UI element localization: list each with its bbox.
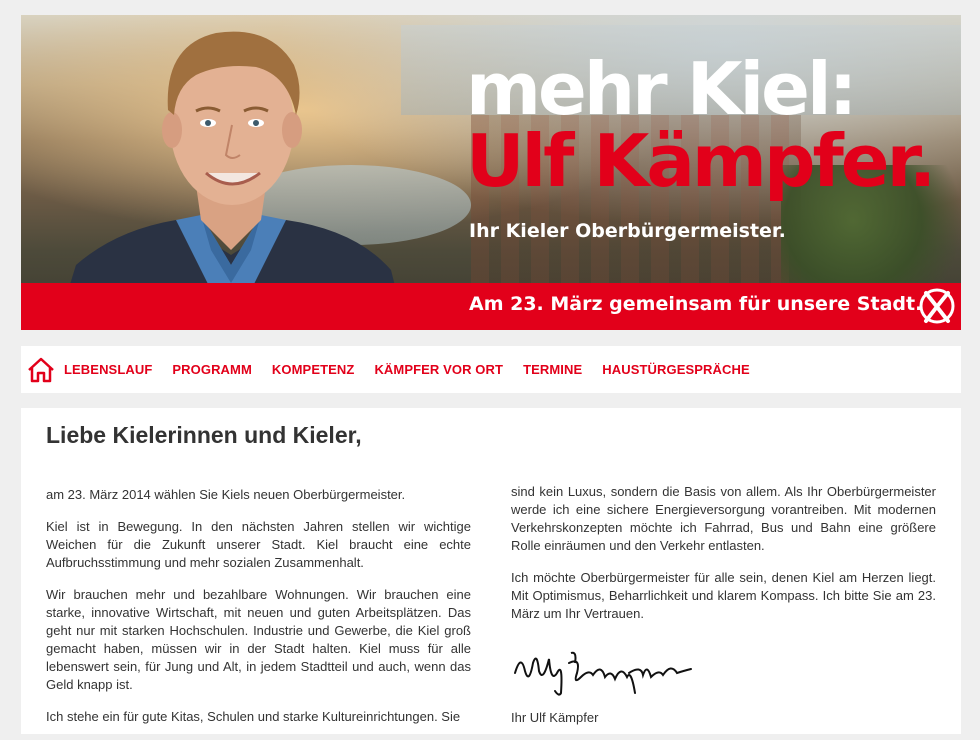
letter-paragraph: Kiel ist in Bewegung. In den nächsten Ja…: [46, 519, 471, 570]
nav-item-termine[interactable]: TERMINE: [523, 362, 582, 377]
home-icon: [28, 357, 54, 382]
letter-content: Liebe Kielerinnen und Kieler, am 23. Mär…: [21, 408, 961, 734]
home-link[interactable]: [26, 355, 56, 385]
nav-item-lebenslauf[interactable]: LEBENSLAUF: [64, 362, 152, 377]
letter-column-left: am 23. März 2014 wählen Sie Kiels neuen …: [46, 486, 471, 740]
hero-candidate-name: Ulf Kämpfer.: [466, 119, 936, 203]
nav-item-kaempfer-vor-ort[interactable]: KÄMPFER VOR ORT: [374, 362, 503, 377]
main-navigation: LEBENSLAUF PROGRAMM KOMPETENZ KÄMPFER VO…: [21, 346, 961, 393]
nav-item-haustuergespraeche[interactable]: HAUSTÜRGESPRÄCHE: [602, 362, 750, 377]
page-title: Liebe Kielerinnen und Kieler,: [46, 422, 362, 448]
letter-column-right: sind kein Luxus, sondern die Basis von a…: [511, 483, 936, 637]
ballot-cross-icon: [919, 288, 955, 324]
letter-closing: Ihr Ulf Kämpfer: [511, 710, 599, 725]
nav-item-kompetenz[interactable]: KOMPETENZ: [272, 362, 355, 377]
letter-paragraph: am 23. März 2014 wählen Sie Kiels neuen …: [46, 487, 406, 502]
hero-subtitle: Ihr Kieler Oberbürgermeister.: [469, 220, 786, 242]
hero-banner: mehr Kiel: Ulf Kämpfer. Ihr Kieler Oberb…: [21, 15, 961, 330]
letter-paragraph: Ich möchte Oberbürgermeister für alle se…: [511, 570, 936, 621]
nav-item-programm[interactable]: PROGRAMM: [172, 362, 252, 377]
handwritten-signature: [514, 651, 692, 696]
letter-paragraph: Ich stehe ein für gute Kitas, Schulen un…: [46, 709, 461, 724]
hero-headline: mehr Kiel:: [466, 47, 857, 131]
letter-paragraph: sind kein Luxus, sondern die Basis von a…: [511, 484, 936, 553]
hero-election-date: Am 23. März gemeinsam für unsere Stadt.: [469, 293, 923, 315]
letter-paragraph: Wir brauchen mehr und bezahlbare Wohnung…: [46, 587, 471, 692]
